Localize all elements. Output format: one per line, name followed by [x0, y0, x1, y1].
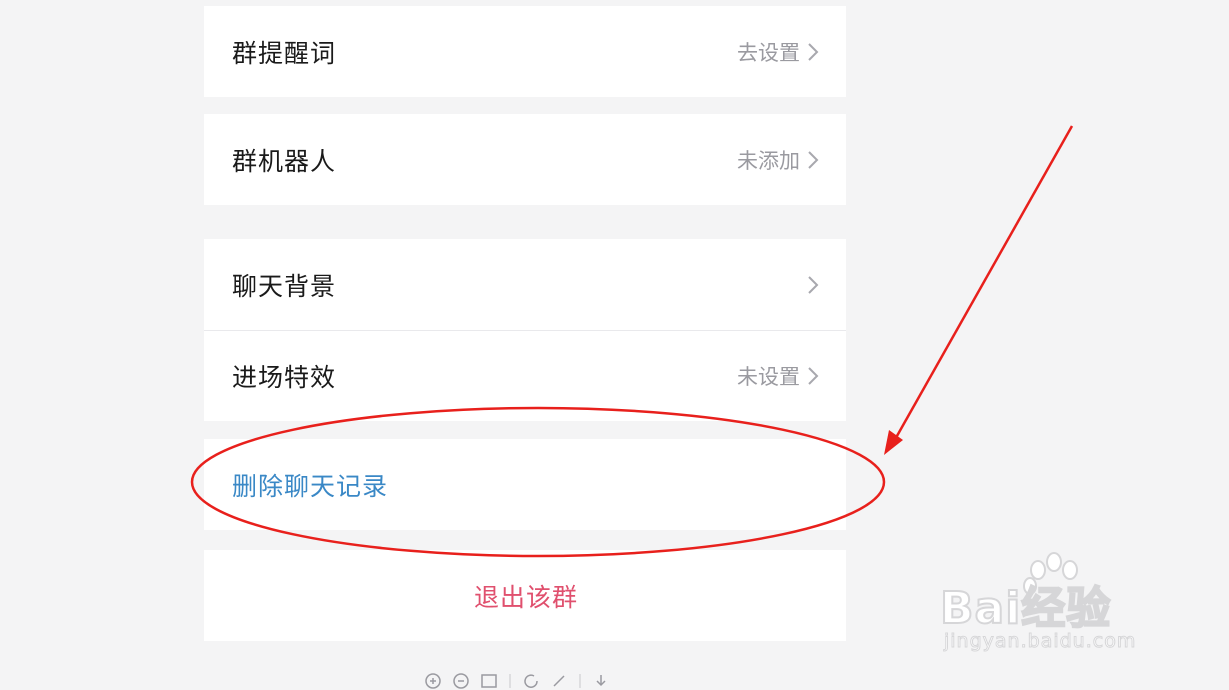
divider-icon [509, 674, 511, 688]
watermark-brand: Bai经验 [939, 582, 1112, 635]
image-viewer-toolbar [424, 672, 610, 690]
chevron-right-icon [808, 367, 819, 385]
exit-group-button[interactable]: 退出该群 [204, 550, 846, 641]
entrance-effect-row[interactable]: 进场特效 未设置 [204, 330, 846, 421]
watermark-url: jingyan.baidu.com [943, 630, 1137, 653]
robot-row[interactable]: 群机器人 未添加 [204, 114, 846, 205]
robot-label: 群机器人 [232, 146, 337, 176]
rotate-icon[interactable] [522, 672, 540, 690]
reminder-right: 去设置 [737, 37, 820, 67]
robot-value: 未添加 [737, 148, 800, 173]
fit-icon[interactable] [480, 672, 498, 690]
settings-group-reminder: 群提醒词 去设置 [204, 6, 846, 97]
delete-history-button[interactable]: 删除聊天记录 [204, 439, 846, 530]
reminder-value: 去设置 [737, 40, 800, 65]
edit-icon[interactable] [550, 672, 568, 690]
settings-group-appearance: 聊天背景 进场特效 未设置 [204, 239, 846, 421]
reminder-row[interactable]: 群提醒词 去设置 [204, 6, 846, 97]
chevron-right-icon [808, 275, 819, 294]
settings-group-exit: 退出该群 [204, 550, 846, 641]
entrance-effect-value: 未设置 [737, 365, 800, 389]
background-row[interactable]: 聊天背景 [204, 239, 846, 330]
entrance-effect-right: 未设置 [737, 361, 820, 391]
exit-group-label: 退出该群 [473, 582, 578, 612]
settings-group-robot: 群机器人 未添加 [204, 114, 846, 205]
background-right [800, 274, 820, 296]
background-label: 聊天背景 [232, 271, 337, 301]
delete-history-label: 删除聊天记录 [232, 471, 389, 501]
pointer-arrow-shaft [891, 125, 1074, 444]
zoom-in-icon[interactable] [424, 672, 442, 690]
settings-group-delete: 删除聊天记录 [204, 439, 846, 530]
chevron-right-icon [808, 42, 819, 61]
robot-right: 未添加 [737, 145, 820, 175]
entrance-effect-label: 进场特效 [232, 363, 337, 392]
zoom-out-icon[interactable] [452, 672, 470, 690]
chevron-right-icon [808, 150, 819, 169]
pointer-arrow-head [884, 430, 903, 455]
baidu-jingyan-watermark: Bai经验 jingyan.baidu.com [939, 552, 1170, 662]
reminder-label: 群提醒词 [232, 38, 337, 68]
divider-icon [579, 674, 581, 688]
download-icon[interactable] [592, 672, 610, 690]
